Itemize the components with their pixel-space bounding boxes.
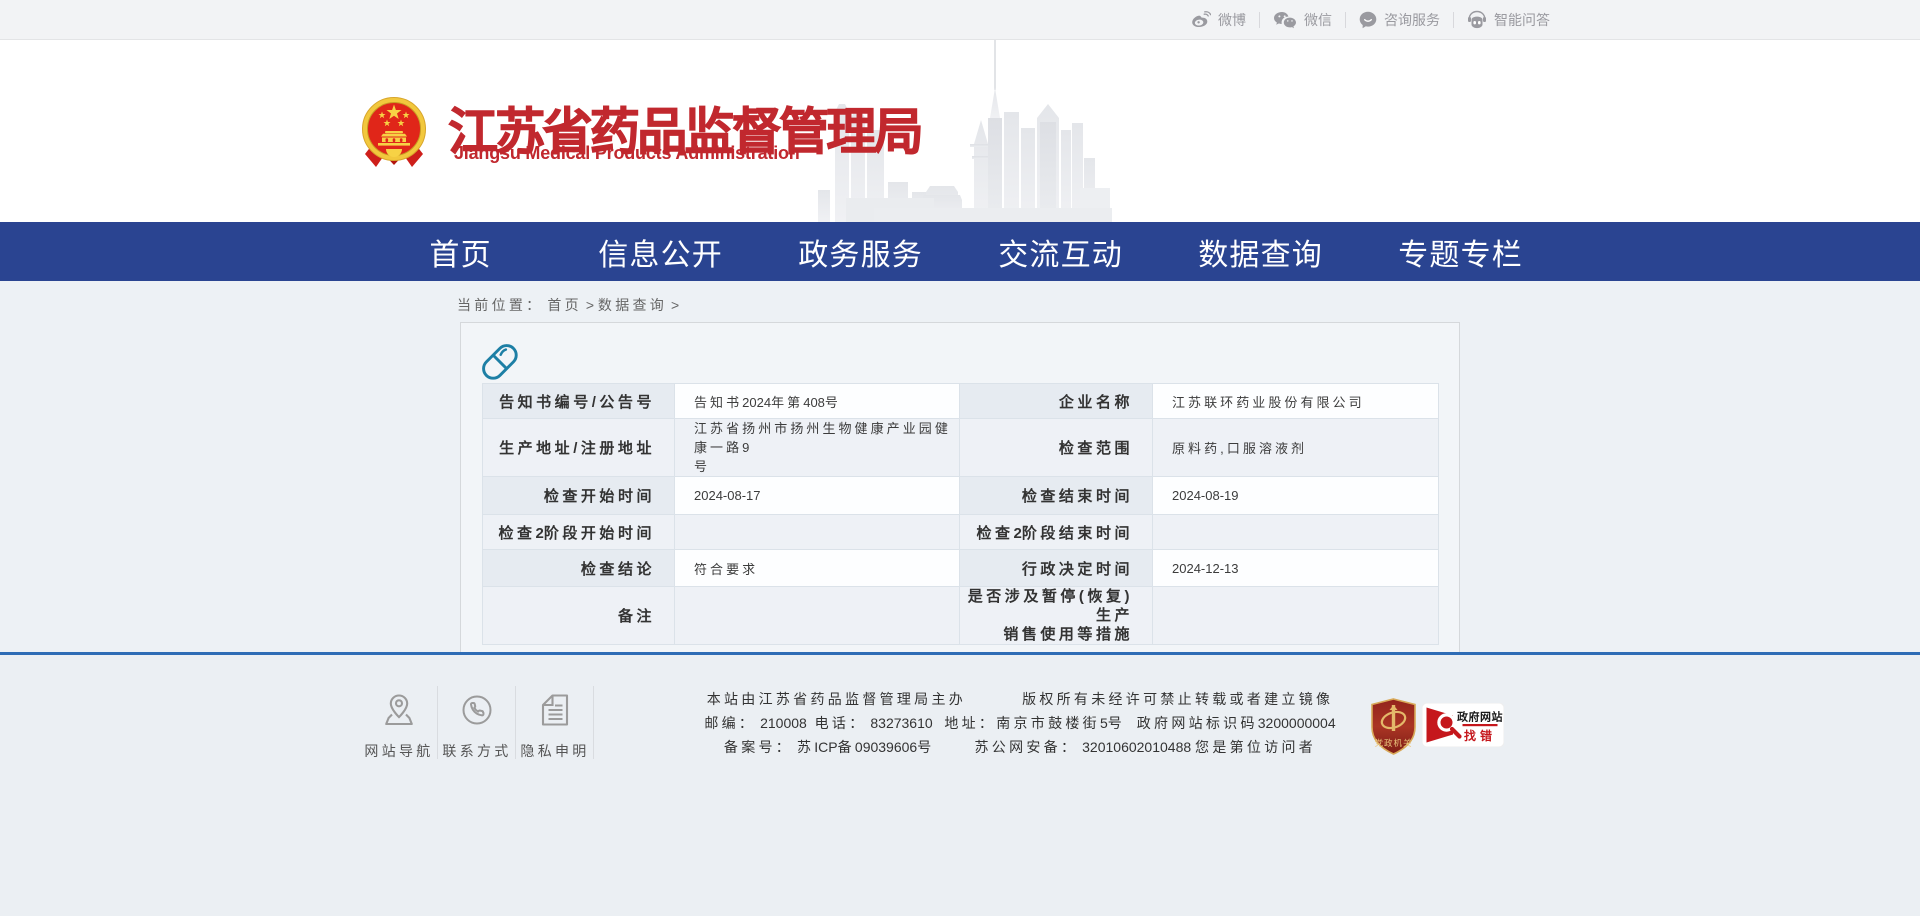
svg-text:找错: 找错 xyxy=(1464,728,1496,743)
svg-text:党政机关: 党政机关 xyxy=(1374,738,1412,748)
svg-text:政府网站: 政府网站 xyxy=(1457,710,1503,724)
